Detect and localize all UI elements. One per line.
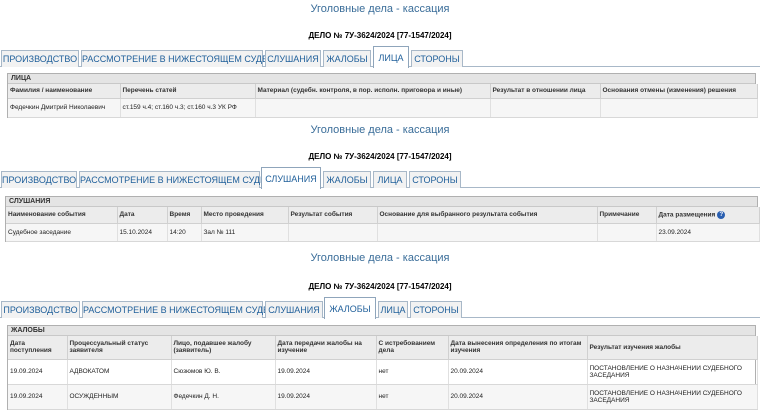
- event-name: Судебное заседание: [6, 223, 118, 242]
- tab-parties[interactable]: СТОРОНЫ: [409, 171, 461, 188]
- complaint-result: ПОСТАНОВЛЕНИЕ О НАЗНАЧЕНИИ СУДЕБНОГО ЗАС…: [587, 359, 758, 385]
- tab-proceedings[interactable]: ПРОИЗВОДСТВО: [1, 50, 79, 67]
- person-result: [490, 98, 601, 118]
- help-icon[interactable]: ?: [717, 210, 726, 219]
- column-header: Время: [167, 207, 202, 224]
- tab-lower-court[interactable]: РАССМОТРЕНИЕ В НИЖЕСТОЯЩЕМ СУДЕ: [79, 171, 266, 188]
- tab-hearings[interactable]: СЛУШАНИЯ: [261, 167, 321, 189]
- event-result: [288, 223, 378, 242]
- complaints-table: Дата поступления Процессуальный статус з…: [8, 336, 758, 410]
- complaint-applicant: Федечкин Д. Н.: [171, 384, 276, 410]
- page-title: Уголовные дела - кассация: [310, 3, 450, 15]
- column-header: Материал (судебн. контроля, в пор. испол…: [255, 84, 491, 99]
- column-header: Дата: [117, 207, 168, 224]
- page-title: Уголовные дела - кассация: [310, 124, 450, 136]
- persons-table: Фамилия / наименование Перечень статей М…: [8, 84, 758, 118]
- event-date: 15.10.2024: [117, 223, 168, 242]
- complaint-case-requested: нет: [376, 359, 449, 385]
- column-header: Процессуальный статус заявителя: [67, 336, 172, 360]
- event-note: [597, 223, 657, 242]
- column-header: Наименование события: [6, 207, 118, 224]
- complaint-applicant-status: ОСУЖДЕННЫМ: [67, 384, 172, 410]
- event-grounds: [377, 223, 598, 242]
- person-material: [255, 98, 491, 118]
- table-row: Судебное заседание 15.10.2024 14:20 Зал …: [6, 223, 760, 242]
- person-articles: ст.159 ч.4; ст.160 ч.3; ст.160 ч.3 УК РФ: [120, 98, 256, 118]
- complaint-ruling-date: 20.09.2024: [448, 359, 588, 385]
- tab-proceedings[interactable]: ПРОИЗВОДСТВО: [1, 171, 77, 188]
- tab-complaints[interactable]: ЖАЛОБЫ: [323, 171, 371, 188]
- complaint-transfer-date: 19.09.2024: [275, 384, 377, 410]
- complaint-case-requested: нет: [376, 384, 449, 410]
- tab-persons[interactable]: ЛИЦА: [373, 46, 409, 68]
- table-row: 19.09.2024 АДВОКАТОМ Сюзюмов Ю. В. 19.09…: [8, 359, 758, 385]
- persons-section-header: ЛИЦА: [8, 74, 755, 84]
- complaint-transfer-date: 19.09.2024: [275, 359, 377, 385]
- column-header: Результат в отношении лица: [490, 84, 601, 99]
- column-header: Лицо, подавшее жалобу (заявитель): [171, 336, 276, 360]
- column-header: Дата передачи жалобы на изучение: [275, 336, 377, 360]
- event-place: Зал № 111: [201, 223, 289, 242]
- table-row: 19.09.2024 ОСУЖДЕННЫМ Федечкин Д. Н. 19.…: [8, 384, 758, 410]
- column-header: Фамилия / наименование: [8, 84, 121, 99]
- tab-bar: ПРОИЗВОДСТВО РАССМОТРЕНИЕ В НИЖЕСТОЯЩЕМ …: [0, 167, 760, 189]
- column-header: Основания отмены (изменения) решения: [600, 84, 758, 99]
- case-number: ДЕЛО № 7У-3624/2024 [77-1547/2024]: [308, 282, 452, 291]
- complaints-section: ЖАЛОБЫ Дата поступления Процессуальный с…: [7, 325, 758, 410]
- tab-hearings[interactable]: СЛУШАНИЯ: [265, 301, 323, 318]
- complaint-applicant-status: АДВОКАТОМ: [67, 359, 172, 385]
- column-header: Дата вынесения определения по итогам изу…: [448, 336, 588, 360]
- tab-persons[interactable]: ЛИЦА: [373, 171, 407, 188]
- table-row: Федечкин Дмитрий Николаевич ст.159 ч.4; …: [8, 98, 758, 118]
- tab-lower-court[interactable]: РАССМОТРЕНИЕ В НИЖЕСТОЯЩЕМ СУДЕ: [81, 50, 268, 67]
- case-number: ДЕЛО № 7У-3624/2024 [77-1547/2024]: [308, 152, 452, 161]
- column-header-label: Дата размещения: [658, 211, 716, 219]
- tab-complaints[interactable]: ЖАЛОБЫ: [324, 297, 376, 319]
- hearings-section-header: СЛУШАНИЯ: [6, 197, 757, 207]
- complaint-received-date: 19.09.2024: [8, 384, 68, 410]
- tab-complaints[interactable]: ЖАЛОБЫ: [323, 50, 371, 67]
- persons-section: ЛИЦА Фамилия / наименование Перечень ста…: [7, 73, 758, 118]
- column-header: Дата поступления: [8, 336, 68, 360]
- column-header: Результат события: [288, 207, 378, 224]
- column-header: Примечание: [597, 207, 657, 224]
- event-posted-date: 23.09.2024: [656, 223, 760, 242]
- tab-persons[interactable]: ЛИЦА: [378, 301, 408, 318]
- person-grounds: [600, 98, 758, 118]
- column-header: Место проведения: [201, 207, 289, 224]
- hearings-section: СЛУШАНИЯ Наименование события Дата Время…: [5, 196, 760, 242]
- complaint-result: ПОСТАНОВЛЕНИЕ О НАЗНАЧЕНИИ СУДЕБНОГО ЗАС…: [587, 384, 758, 410]
- tab-bar: ПРОИЗВОДСТВО РАССМОТРЕНИЕ В НИЖЕСТОЯЩЕМ …: [0, 46, 760, 68]
- complaints-section-header: ЖАЛОБЫ: [8, 326, 755, 336]
- page-title: Уголовные дела - кассация: [310, 252, 450, 264]
- tab-proceedings[interactable]: ПРОИЗВОДСТВО: [1, 301, 80, 318]
- column-header: Основание для выбранного результата собы…: [377, 207, 598, 224]
- tab-lower-court[interactable]: РАССМОТРЕНИЕ В НИЖЕСТОЯЩЕМ СУДЕ: [82, 301, 269, 318]
- column-header: Перечень статей: [120, 84, 256, 99]
- complaint-applicant: Сюзюмов Ю. В.: [171, 359, 276, 385]
- tab-parties[interactable]: СТОРОНЫ: [410, 301, 462, 318]
- tab-bar: ПРОИЗВОДСТВО РАССМОТРЕНИЕ В НИЖЕСТОЯЩЕМ …: [0, 297, 760, 319]
- complaint-ruling-date: 20.09.2024: [448, 384, 588, 410]
- person-name: Федечкин Дмитрий Николаевич: [8, 98, 121, 118]
- hearings-table: Наименование события Дата Время Место пр…: [6, 207, 760, 242]
- tab-parties[interactable]: СТОРОНЫ: [411, 50, 463, 67]
- event-time: 14:20: [167, 223, 202, 242]
- column-header: Результат изучения жалобы: [587, 336, 758, 360]
- column-header: С истребованием дела: [376, 336, 449, 360]
- complaint-received-date: 19.09.2024: [8, 359, 68, 385]
- tab-hearings[interactable]: СЛУШАНИЯ: [265, 50, 321, 67]
- column-header-with-help: Дата размещения?: [656, 207, 760, 224]
- case-number: ДЕЛО № 7У-3624/2024 [77-1547/2024]: [308, 31, 452, 40]
